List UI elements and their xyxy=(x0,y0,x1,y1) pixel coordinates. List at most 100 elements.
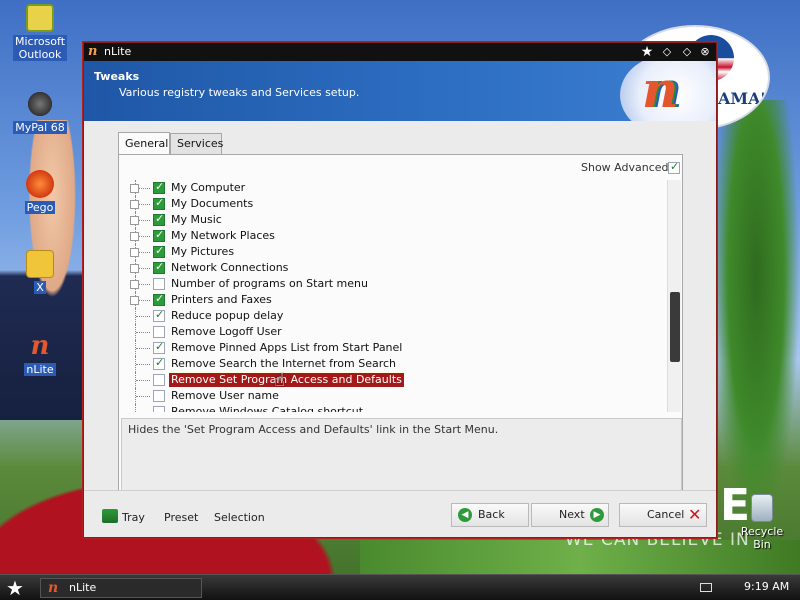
tree-item[interactable]: Reduce popup delay xyxy=(121,308,661,324)
desktop-icon-recycle-bin[interactable]: Recycle Bin xyxy=(730,494,794,551)
nlite-task-icon: n xyxy=(48,580,59,596)
tree-item-checkbox[interactable] xyxy=(153,390,165,402)
tree-item-label: Remove Windows Catalog shortcut xyxy=(171,405,364,412)
tree-item-checkbox[interactable] xyxy=(153,374,165,386)
tree-item-label: Remove Search the Internet from Search xyxy=(171,357,397,370)
tree-item[interactable]: My Documents xyxy=(121,196,661,212)
tree-item-checkbox[interactable] xyxy=(153,292,165,306)
tree-scrollbar[interactable] xyxy=(667,180,681,412)
tree-item[interactable]: Remove Pinned Apps List from Start Panel xyxy=(121,340,661,356)
tree-expander[interactable] xyxy=(130,200,139,209)
show-advanced-checkbox[interactable] xyxy=(668,160,680,174)
tree-item[interactable]: My Music xyxy=(121,212,661,228)
tree-item-checkbox[interactable] xyxy=(153,278,165,290)
close-button[interactable]: ⊗ xyxy=(696,43,714,61)
outlook-icon xyxy=(26,4,54,32)
nlite-banner-logo: n xyxy=(620,61,716,121)
tree-item-label: Remove Pinned Apps List from Start Panel xyxy=(171,341,403,354)
hand-cursor-icon: ☝ xyxy=(274,370,285,391)
tree-item-checkbox[interactable] xyxy=(153,244,165,258)
recycle-bin-icon xyxy=(751,494,773,522)
page-title: Tweaks xyxy=(94,70,140,83)
tree-expander[interactable] xyxy=(130,280,139,289)
tree-item-checkbox[interactable] xyxy=(153,308,165,322)
desktop-icon-folder-x[interactable]: X xyxy=(10,250,70,294)
tree-item-label: My Pictures xyxy=(171,245,235,258)
nlite-letter-icon: n xyxy=(642,61,679,119)
tree-item[interactable]: Remove Windows Catalog shortcut xyxy=(121,404,661,412)
tweaks-panel: Show Advanced My ComputerMy DocumentsMy … xyxy=(118,154,683,506)
tree-item-label: Network Connections xyxy=(171,261,289,274)
taskbar: ★ n nLite 9:19 AM xyxy=(0,574,800,600)
desktop-icon-nlite[interactable]: n nLite xyxy=(10,332,70,376)
tray-button[interactable]: Tray xyxy=(102,509,145,524)
tree-item-checkbox[interactable] xyxy=(153,196,165,210)
tree-expander[interactable] xyxy=(130,216,139,225)
tree-item[interactable]: Remove Logoff User xyxy=(121,324,661,340)
tree-item-checkbox[interactable] xyxy=(153,260,165,274)
tree-item-checkbox[interactable] xyxy=(153,356,165,370)
mypal-icon xyxy=(26,90,54,118)
taskbar-task-nlite[interactable]: n nLite xyxy=(40,578,202,598)
tree-item[interactable]: My Network Places xyxy=(121,228,661,244)
nlite-logo-icon: n xyxy=(88,44,98,59)
preset-button[interactable]: Preset xyxy=(164,511,198,524)
tree-expander[interactable] xyxy=(130,184,139,193)
tree-item-label: Remove Set Program Access and Defaults xyxy=(168,372,405,388)
tree-expander[interactable] xyxy=(130,264,139,273)
tree-item[interactable]: Remove Set Program Access and Defaults xyxy=(121,372,661,388)
tab-general[interactable]: General xyxy=(118,132,170,155)
tree-item-checkbox[interactable] xyxy=(153,406,165,412)
tree-item[interactable]: My Pictures xyxy=(121,244,661,260)
tree-item-label: My Documents xyxy=(171,197,254,210)
desktop-icon-mypal[interactable]: MyPal 68 xyxy=(10,90,70,134)
tree-item-label: Reduce popup delay xyxy=(171,309,284,322)
pego-icon xyxy=(26,170,54,198)
tree-item[interactable]: Printers and Faxes xyxy=(121,292,661,308)
tree-item-label: Number of programs on Start menu xyxy=(171,277,368,290)
wizard-footer: Tray Preset Selection ◀ Back Next ▶ Canc… xyxy=(84,490,716,537)
pin-star-icon[interactable]: ★ xyxy=(638,43,656,61)
tree-item-checkbox[interactable] xyxy=(153,326,165,338)
maximize-button[interactable]: ◇ xyxy=(678,43,696,61)
tree-expander[interactable] xyxy=(130,296,139,305)
tree-item-label: Remove Logoff User xyxy=(171,325,282,338)
clock: 9:19 AM xyxy=(744,580,790,593)
show-advanced-label: Show Advanced xyxy=(581,161,669,174)
next-button[interactable]: Next ▶ xyxy=(531,503,609,527)
folder-icon xyxy=(26,250,54,278)
tree-item-label: My Music xyxy=(171,213,222,226)
back-button[interactable]: ◀ Back xyxy=(451,503,529,527)
tree-item-checkbox[interactable] xyxy=(153,228,165,242)
tree-item-checkbox[interactable] xyxy=(153,340,165,354)
cancel-x-icon: ✕ xyxy=(688,505,702,524)
window-title: nLite xyxy=(104,45,132,58)
title-bar[interactable]: n nLite ★ ◇ ◇ ⊗ xyxy=(84,43,716,61)
tree-item-checkbox[interactable] xyxy=(153,212,165,226)
tree-item[interactable]: Remove User name xyxy=(121,388,661,404)
start-star-icon[interactable]: ★ xyxy=(6,577,24,599)
tree-item[interactable]: My Computer xyxy=(121,180,661,196)
tree-item-label: Printers and Faxes xyxy=(171,293,272,306)
selection-button[interactable]: Selection xyxy=(214,511,265,524)
cancel-button[interactable]: Cancel ✕ xyxy=(619,503,707,527)
wallpaper-logo-text: AMA'08 xyxy=(718,89,768,108)
tweaks-tree: My Computer My Documents My Music My Networ… xyxy=(121,180,664,412)
tree-item-label: My Computer xyxy=(171,181,246,194)
tray-icon xyxy=(102,509,118,523)
desktop-icon-pego[interactable]: Pego xyxy=(10,170,70,214)
tree-expander[interactable] xyxy=(130,248,139,257)
tree-item[interactable]: Remove Search the Internet from Search xyxy=(121,356,661,372)
tree-item-label: My Network Places xyxy=(171,229,275,242)
keyboard-icon[interactable] xyxy=(700,583,712,592)
page-subtitle: Various registry tweaks and Services set… xyxy=(119,86,360,99)
tree-item-checkbox[interactable] xyxy=(153,180,165,194)
tree-item[interactable]: Number of programs on Start menu xyxy=(121,276,661,292)
tab-services[interactable]: Services xyxy=(170,133,223,155)
tree-expander[interactable] xyxy=(130,232,139,241)
minimize-button[interactable]: ◇ xyxy=(658,43,676,61)
nlite-icon: n xyxy=(30,331,50,361)
desktop-icon-outlook[interactable]: Microsoft Outlook xyxy=(10,4,70,61)
tree-item[interactable]: Network Connections xyxy=(121,260,661,276)
scrollbar-thumb[interactable] xyxy=(670,292,680,362)
